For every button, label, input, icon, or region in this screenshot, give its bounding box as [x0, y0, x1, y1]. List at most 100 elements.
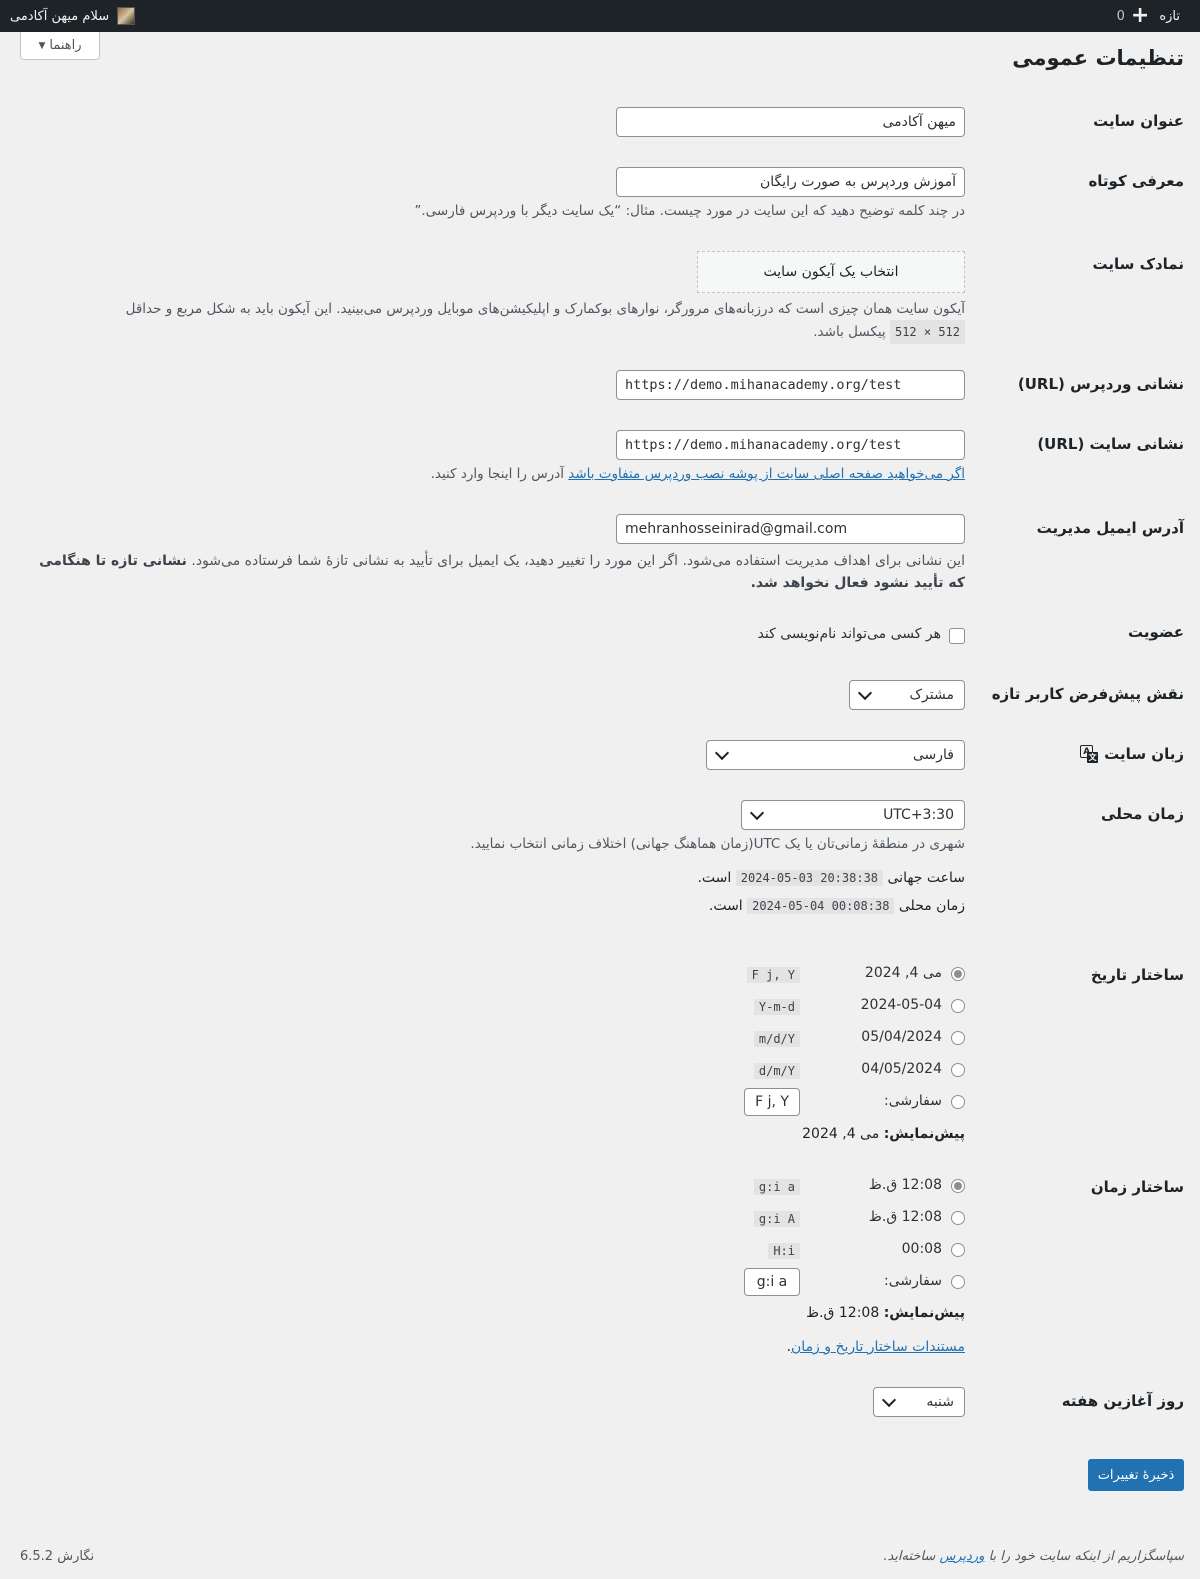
date-format-option-3-code-wrap: m/d/Y [753, 1031, 800, 1047]
site-title-label: عنوان سایت [1093, 112, 1184, 130]
default-role-value: مشترک [909, 687, 954, 703]
time-format-custom-input[interactable]: g:i a [744, 1268, 800, 1296]
date-format-custom-input[interactable]: F j, Y [744, 1088, 800, 1116]
date-format-option-3-code: m/d/Y [753, 1031, 800, 1047]
tagline-input[interactable]: آموزش وردپرس به صورت رایگان [616, 167, 965, 197]
time-preview-label: پیش‌نمایش: [883, 1305, 965, 1321]
utc-suffix: است. [697, 870, 732, 886]
date-format-radio-4[interactable] [951, 1063, 965, 1077]
wordpress-link[interactable]: وردپرس [939, 1549, 984, 1564]
membership-checkbox-label[interactable]: هر کسی می‌تواند نام‌نویسی کند [758, 626, 941, 642]
date-format-option-1-code-wrap: F j, Y [746, 967, 800, 983]
date-format-option-1-text[interactable]: می 4, 2024 [865, 965, 942, 981]
date-format-preview: پیش‌نمایش: می 4, 2024 [802, 1126, 965, 1142]
admin-email-desc-bold-2: که تأیید نشود فعال نخواهد شد. [750, 575, 965, 591]
chevron-down-icon [749, 805, 765, 821]
help-tab-button[interactable]: راهنما ▼ [20, 32, 100, 60]
time-format-option-2-code: g:i A [753, 1211, 800, 1227]
date-preview-value: می 4, 2024 [802, 1126, 880, 1142]
week-start-value: شنبه [926, 1394, 954, 1410]
site-language-value: فارسی [912, 747, 954, 763]
new-label: تازه [1159, 8, 1180, 24]
site-url-description: اگر می‌خواهید صفحه اصلی سایت از پوشه نصب… [431, 466, 965, 482]
default-role-label: نقش پیش‌فرض کاربر تازه [991, 685, 1184, 703]
date-format-option-3-text[interactable]: 05/04/2024 [861, 1029, 942, 1045]
date-format-option-4-code: d/m/Y [753, 1063, 800, 1079]
time-format-custom-label[interactable]: سفارشی: [884, 1273, 942, 1289]
time-format-option-1-text[interactable]: 12:08 ق.ظ [869, 1177, 942, 1193]
site-url-input[interactable]: https://demo.mihanacademy.org/test [616, 430, 965, 460]
date-format-label: ساختار تاریخ [1090, 966, 1184, 984]
time-format-option-1-code-wrap: g:i a [753, 1179, 800, 1195]
time-format-label: ساختار زمان [1090, 1178, 1184, 1196]
admin-bar-new-menu[interactable]: تازه + 0 [1103, 0, 1180, 32]
comment-count[interactable]: 0 [1117, 9, 1125, 24]
default-role-select[interactable]: مشترک [849, 680, 965, 710]
tagline-description: در چند کلمه توضیح دهید که این سایت در مو… [414, 203, 965, 219]
membership-label: عضویت [1128, 623, 1184, 641]
site-icon-description: آیکون سایت همان چیزی است که درزبانه‌های … [55, 298, 965, 344]
time-format-option-1-code: g:i a [753, 1179, 800, 1195]
avatar [117, 7, 136, 25]
admin-bar: تازه + 0 سلام میهن آکادمی [0, 0, 1200, 32]
time-format-radio-3[interactable] [951, 1243, 965, 1257]
site-icon-desc-2: پیکسل باشد. [813, 324, 886, 340]
time-format-option-3-code: H:i [768, 1243, 800, 1259]
site-url-desc-rest: آدرس را اینجا وارد کنید. [430, 466, 569, 482]
site-url-label: نشانی سایت (URL) [1037, 435, 1184, 453]
wp-url-input[interactable]: https://demo.mihanacademy.org/test [616, 370, 965, 400]
time-format-option-3-code-wrap: H:i [768, 1243, 800, 1259]
admin-email-desc: این نشانی برای اهداف مدیریت استفاده می‌ش… [191, 553, 965, 569]
utc-time-line: ساعت جهانی 2024-05-03 20:38:38 است. [697, 870, 965, 886]
site-url-help-link[interactable]: اگر می‌خواهید صفحه اصلی سایت از پوشه نصب… [568, 466, 965, 482]
site-language-label: زبان سایت A文 [1080, 745, 1184, 763]
time-format-option-3-text[interactable]: 00:08 [902, 1241, 942, 1257]
date-format-radio-1[interactable] [951, 967, 965, 981]
date-format-custom-label[interactable]: سفارشی: [884, 1093, 942, 1109]
membership-checkbox[interactable] [949, 628, 965, 644]
local-suffix: است. [708, 898, 743, 914]
docs-link-line: مستندات ساختار تاریخ و زمان. [786, 1339, 965, 1355]
tagline-label: معرفی کوتاه [1088, 172, 1184, 190]
date-format-option-2-text[interactable]: 2024-05-04 [861, 997, 942, 1013]
user-greeting: سلام میهن آکادمی [10, 8, 110, 24]
time-format-radio-1[interactable] [951, 1179, 965, 1193]
admin-email-description: این نشانی برای اهداف مدیریت استفاده می‌ش… [35, 550, 965, 594]
time-format-preview: پیش‌نمایش: 12:08 ق.ظ [806, 1305, 965, 1321]
date-format-option-2-code-wrap: Y-m-d [753, 999, 800, 1015]
date-format-radio-2[interactable] [951, 999, 965, 1013]
translation-icon: A文 [1080, 745, 1099, 763]
site-language-select[interactable]: فارسی [706, 740, 965, 770]
timezone-description: شهری در منطقهٔ زمانی‌تان یا یک UTC(زمان … [470, 836, 965, 852]
plus-icon: + [1130, 3, 1150, 28]
date-time-docs-link[interactable]: مستندات ساختار تاریخ و زمان [791, 1339, 965, 1355]
local-time-code: 2024-05-04 00:08:38 [747, 898, 895, 914]
caret-down-icon: ▼ [38, 40, 46, 51]
chevron-down-icon [881, 1392, 897, 1408]
footer-thanks-prefix: سپاسگزاریم از اینکه سایت خود را با [984, 1549, 1184, 1564]
page-title: تنظیمات عمومی [1012, 46, 1184, 70]
site-title-input[interactable]: میهن آکادمی [616, 107, 965, 137]
timezone-value: UTC+3:30 [883, 807, 954, 823]
time-format-radio-custom[interactable] [951, 1275, 965, 1289]
admin-email-label: آدرس ایمیل مدیریت [1036, 519, 1184, 537]
date-preview-label: پیش‌نمایش: [883, 1126, 965, 1142]
time-format-option-2-text[interactable]: 12:08 ق.ظ [869, 1209, 942, 1225]
date-format-radio-3[interactable] [951, 1031, 965, 1045]
time-format-radio-2[interactable] [951, 1211, 965, 1225]
admin-bar-user-menu[interactable]: سلام میهن آکادمی [10, 0, 136, 32]
save-changes-button[interactable]: ذخیرهٔ تغییرات [1088, 1459, 1184, 1491]
admin-email-desc-bold-1: نشانی تازه تا هنگامی [39, 553, 187, 569]
date-format-radio-custom[interactable] [951, 1095, 965, 1109]
date-format-option-4-text[interactable]: 04/05/2024 [861, 1061, 942, 1077]
admin-email-input[interactable]: mehranhosseinirad@gmail.com [616, 514, 965, 544]
timezone-label: زمان محلی [1101, 805, 1184, 823]
site-language-label-text: زبان سایت [1104, 745, 1184, 763]
week-start-select[interactable]: شنبه [873, 1387, 965, 1417]
choose-site-icon-button[interactable]: انتخاب یک آیکون سایت [697, 251, 965, 293]
utc-time-code: 2024-05-03 20:38:38 [735, 870, 884, 886]
timezone-select[interactable]: UTC+3:30 [741, 800, 965, 830]
site-icon-desc-1: آیکون سایت همان چیزی است که درزبانه‌های … [125, 301, 965, 317]
help-label: راهنما [49, 38, 82, 53]
week-start-label: روز آغازین هفته [1061, 1392, 1184, 1410]
